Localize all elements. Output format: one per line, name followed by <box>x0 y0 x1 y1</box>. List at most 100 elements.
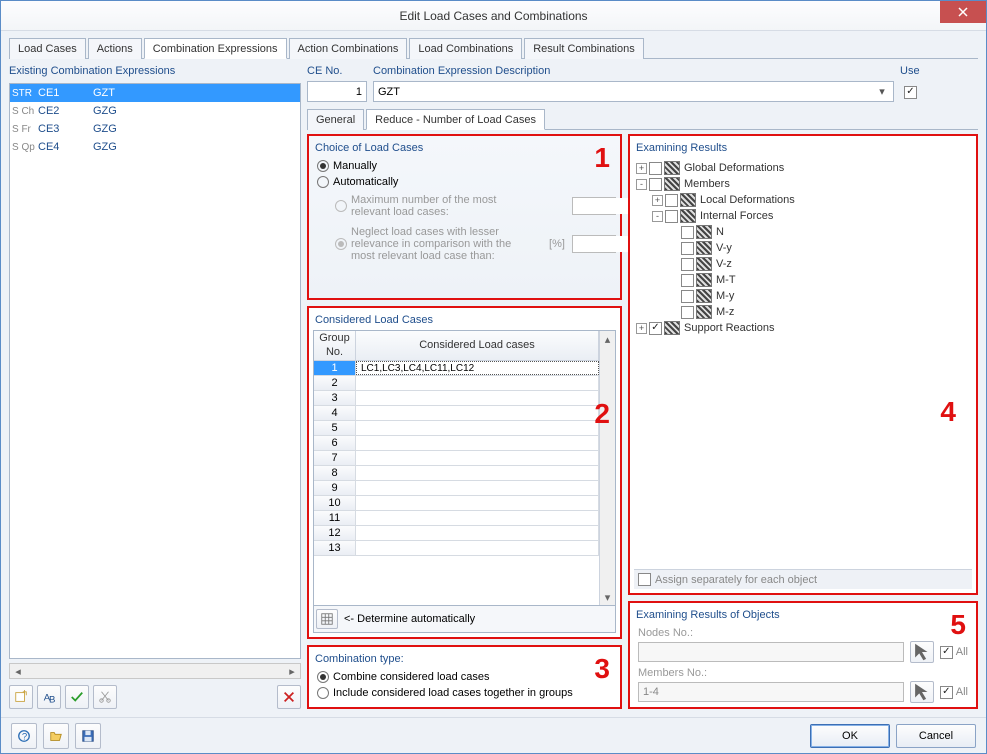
ce-row[interactable]: STRCE1GZT <box>10 84 300 102</box>
table-row[interactable]: 5 <box>314 421 599 436</box>
results-tree[interactable]: +Global Deformations-Members+Local Defor… <box>634 158 972 569</box>
subtab-general[interactable]: General <box>307 109 364 130</box>
tree-item[interactable]: M-y <box>636 288 970 304</box>
cell-load-cases[interactable] <box>356 406 599 420</box>
tree-checkbox[interactable] <box>665 210 678 223</box>
tab-result-combinations[interactable]: Result Combinations <box>524 38 644 59</box>
help-button[interactable]: ? <box>11 723 37 749</box>
radio-include-groups[interactable]: Include considered load cases together i… <box>313 685 616 701</box>
new-ce-button[interactable] <box>9 685 33 709</box>
ce-row[interactable]: S FrCE3GZG <box>10 120 300 138</box>
subtab-reduce-number-of-load-cases[interactable]: Reduce - Number of Load Cases <box>366 109 545 130</box>
cancel-button[interactable]: Cancel <box>896 724 976 748</box>
cell-load-cases[interactable] <box>356 451 599 465</box>
tree-checkbox[interactable] <box>665 194 678 207</box>
tree-checkbox[interactable] <box>681 242 694 255</box>
tree-item[interactable]: M-T <box>636 272 970 288</box>
table-row[interactable]: 8 <box>314 466 599 481</box>
tree-checkbox[interactable] <box>681 306 694 319</box>
cell-load-cases[interactable] <box>356 481 599 495</box>
open-button[interactable] <box>43 723 69 749</box>
tab-load-cases[interactable]: Load Cases <box>9 38 86 59</box>
tree-item[interactable]: N <box>636 224 970 240</box>
table-row[interactable]: 11 <box>314 511 599 526</box>
ce-list[interactable]: STRCE1GZTS ChCE2GZGS FrCE3GZGS QpCE4GZG <box>9 83 301 659</box>
max-relevant-spinner[interactable]: ▲▼ <box>572 197 616 215</box>
pick-nodes-button[interactable] <box>910 641 934 663</box>
ce-row[interactable]: S ChCE2GZG <box>10 102 300 120</box>
cell-load-cases[interactable] <box>356 466 599 480</box>
ce-no-input[interactable] <box>307 81 367 102</box>
scroll-up-icon[interactable]: ▴ <box>600 331 615 347</box>
cell-load-cases[interactable] <box>356 421 599 435</box>
cell-load-cases[interactable] <box>356 391 599 405</box>
tree-checkbox[interactable] <box>649 162 662 175</box>
assign-separately-checkbox[interactable] <box>638 573 651 586</box>
tree-item[interactable]: -Members <box>636 176 970 192</box>
tree-item[interactable]: V-z <box>636 256 970 272</box>
use-checkbox[interactable] <box>904 86 917 99</box>
cut-ce-button[interactable] <box>93 685 117 709</box>
cell-load-cases[interactable]: LC1,LC3,LC4,LC11,LC12 <box>356 361 599 375</box>
table-row[interactable]: 12 <box>314 526 599 541</box>
table-vscroll[interactable]: ▴ ▾ <box>599 331 615 605</box>
tree-item[interactable]: +Local Deformations <box>636 192 970 208</box>
table-row[interactable]: 6 <box>314 436 599 451</box>
radio-manually[interactable]: Manually <box>313 158 616 174</box>
table-row[interactable]: 7 <box>314 451 599 466</box>
table-row[interactable]: 3 <box>314 391 599 406</box>
tab-load-combinations[interactable]: Load Combinations <box>409 38 522 59</box>
members-no-input[interactable] <box>638 682 904 702</box>
tab-actions[interactable]: Actions <box>88 38 142 59</box>
tree-checkbox[interactable] <box>649 178 662 191</box>
tree-checkbox[interactable] <box>681 274 694 287</box>
tree-item[interactable]: V-y <box>636 240 970 256</box>
table-row[interactable]: 2 <box>314 376 599 391</box>
cell-load-cases[interactable] <box>356 526 599 540</box>
tree-checkbox[interactable] <box>681 258 694 271</box>
tree-item[interactable]: -Internal Forces <box>636 208 970 224</box>
determine-auto-button[interactable] <box>316 609 338 629</box>
delete-ce-button[interactable] <box>277 685 301 709</box>
table-row[interactable]: 4 <box>314 406 599 421</box>
cell-load-cases[interactable] <box>356 436 599 450</box>
copy-ce-button[interactable]: AB <box>37 685 61 709</box>
ce-list-hscroll[interactable]: ◂ ▸ <box>9 663 301 679</box>
cell-load-cases[interactable] <box>356 496 599 510</box>
tree-toggle-icon[interactable]: + <box>636 163 647 174</box>
members-all-check[interactable]: All <box>940 686 968 699</box>
tree-item[interactable]: M-z <box>636 304 970 320</box>
cell-load-cases[interactable] <box>356 376 599 390</box>
tab-combination-expressions[interactable]: Combination Expressions <box>144 38 287 59</box>
close-button[interactable] <box>940 1 986 23</box>
neglect-spinner[interactable]: ▲▼ <box>572 235 616 253</box>
cell-load-cases[interactable] <box>356 541 599 555</box>
tree-toggle-icon[interactable]: - <box>652 211 663 222</box>
tree-checkbox[interactable] <box>649 322 662 335</box>
tree-checkbox[interactable] <box>681 290 694 303</box>
table-row[interactable]: 13 <box>314 541 599 556</box>
radio-combine[interactable]: Combine considered load cases <box>313 669 616 685</box>
table-row[interactable]: 9 <box>314 481 599 496</box>
scroll-down-icon[interactable]: ▾ <box>600 589 615 605</box>
table-row[interactable]: 10 <box>314 496 599 511</box>
ok-button[interactable]: OK <box>810 724 890 748</box>
radio-automatically[interactable]: Automatically <box>313 174 616 190</box>
table-row[interactable]: 1LC1,LC3,LC4,LC11,LC12 <box>314 361 599 376</box>
scroll-right-icon[interactable]: ▸ <box>284 664 300 678</box>
save-button[interactable] <box>75 723 101 749</box>
assign-separately-row[interactable]: Assign separately for each object <box>634 569 972 589</box>
tree-toggle-icon[interactable]: + <box>636 323 647 334</box>
nodes-all-check[interactable]: All <box>940 646 968 659</box>
cell-load-cases[interactable] <box>356 511 599 525</box>
tree-toggle-icon[interactable]: - <box>636 179 647 190</box>
tree-item[interactable]: +Support Reactions <box>636 320 970 336</box>
scroll-left-icon[interactable]: ◂ <box>10 664 26 678</box>
tree-item[interactable]: +Global Deformations <box>636 160 970 176</box>
nodes-no-input[interactable] <box>638 642 904 662</box>
tab-action-combinations[interactable]: Action Combinations <box>289 38 408 59</box>
ce-desc-select[interactable]: GZT ▾ <box>373 81 894 102</box>
tree-checkbox[interactable] <box>681 226 694 239</box>
tree-toggle-icon[interactable]: + <box>652 195 663 206</box>
check-ce-button[interactable] <box>65 685 89 709</box>
